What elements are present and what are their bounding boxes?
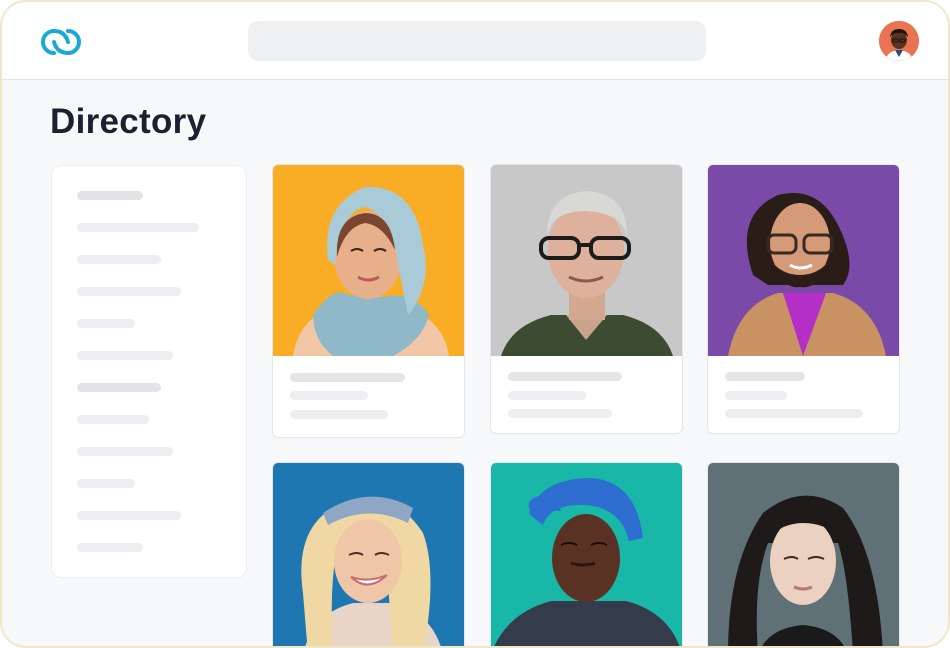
card-name-line: [508, 372, 622, 381]
card-detail-line: [290, 410, 388, 419]
card-name-line: [725, 372, 805, 381]
sidebar-item-10[interactable]: [77, 479, 135, 488]
sidebar-item-6[interactable]: [77, 351, 173, 360]
card-title-line: [290, 391, 368, 400]
sidebar: [51, 165, 247, 578]
person-photo: [273, 165, 464, 356]
person-photo: [491, 165, 682, 356]
person-photo: [708, 463, 899, 646]
sidebar-item-11[interactable]: [77, 511, 181, 520]
page-title: Directory: [50, 102, 207, 141]
card-detail-line: [508, 409, 612, 418]
person-photo: [708, 165, 899, 356]
card-name-line: [290, 373, 405, 382]
person-card[interactable]: [707, 164, 900, 434]
sidebar-item-4[interactable]: [77, 287, 181, 296]
sidebar-item-3[interactable]: [77, 255, 161, 264]
person-card[interactable]: [272, 462, 465, 646]
person-card[interactable]: [707, 462, 900, 646]
top-bar: [2, 2, 948, 80]
sidebar-item-12[interactable]: [77, 543, 143, 552]
person-photo: [273, 463, 464, 646]
card-title-line: [508, 391, 586, 400]
linked-rings-logo-icon[interactable]: [32, 22, 90, 62]
app-window: Directory: [0, 0, 950, 648]
sidebar-item-5[interactable]: [77, 319, 135, 328]
person-card[interactable]: [490, 462, 683, 646]
sidebar-item-1[interactable]: [77, 191, 143, 200]
sidebar-item-7[interactable]: [77, 383, 161, 392]
card-detail-line: [725, 409, 863, 418]
sidebar-item-9[interactable]: [77, 447, 173, 456]
person-card[interactable]: [272, 164, 465, 438]
person-card[interactable]: [490, 164, 683, 434]
search-input[interactable]: [248, 21, 706, 61]
card-title-line: [725, 391, 787, 400]
person-photo: [491, 463, 682, 646]
user-avatar[interactable]: [879, 21, 919, 61]
sidebar-item-8[interactable]: [77, 415, 149, 424]
sidebar-item-2[interactable]: [77, 223, 199, 232]
